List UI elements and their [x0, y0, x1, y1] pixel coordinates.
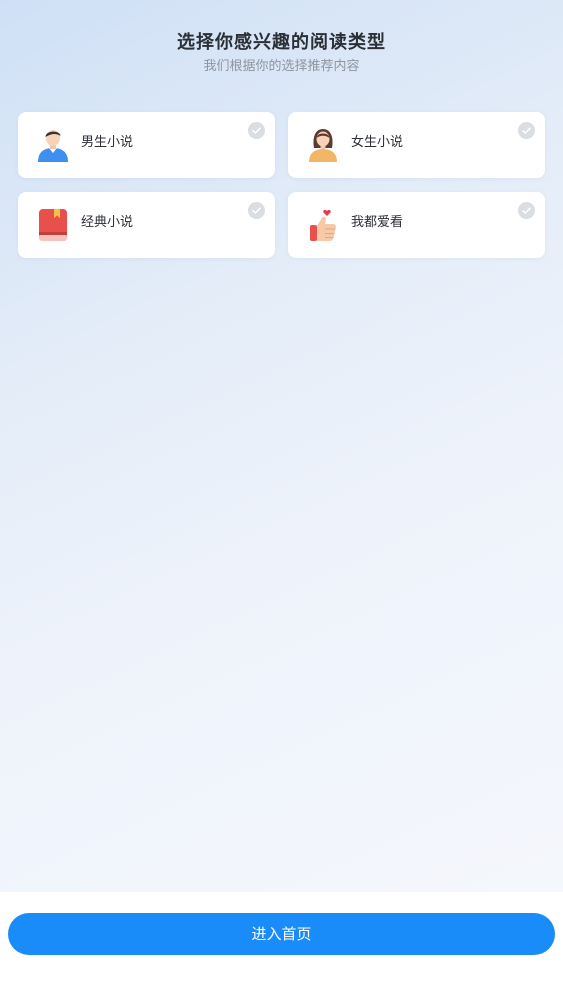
option-card-female-novels[interactable]: 女生小说 — [288, 112, 545, 178]
check-icon — [518, 202, 535, 219]
option-label: 男生小说 — [81, 135, 134, 150]
page-title: 选择你感兴趣的阅读类型 — [177, 32, 386, 53]
option-card-male-novels[interactable]: 男生小说 — [18, 112, 275, 178]
enter-home-button[interactable]: 进入首页 — [8, 913, 555, 955]
option-label: 经典小说 — [81, 215, 134, 230]
option-card-all[interactable]: 我都爱看 — [288, 192, 545, 258]
option-card-classic-novels[interactable]: 经典小说 — [18, 192, 275, 258]
male-avatar-icon — [34, 126, 72, 164]
red-book-icon — [34, 206, 72, 244]
page-subtitle: 我们根据你的选择推荐内容 — [203, 59, 360, 74]
option-label: 我都爱看 — [351, 215, 404, 230]
thumbs-up-heart-icon — [304, 206, 342, 244]
check-icon — [248, 202, 265, 219]
header: 选择你感兴趣的阅读类型 我们根据你的选择推荐内容 — [0, 30, 563, 76]
footer: 进入首页 — [0, 892, 563, 997]
check-icon — [518, 122, 535, 139]
female-avatar-icon — [304, 126, 342, 164]
check-icon — [248, 122, 265, 139]
option-label: 女生小说 — [351, 135, 404, 150]
